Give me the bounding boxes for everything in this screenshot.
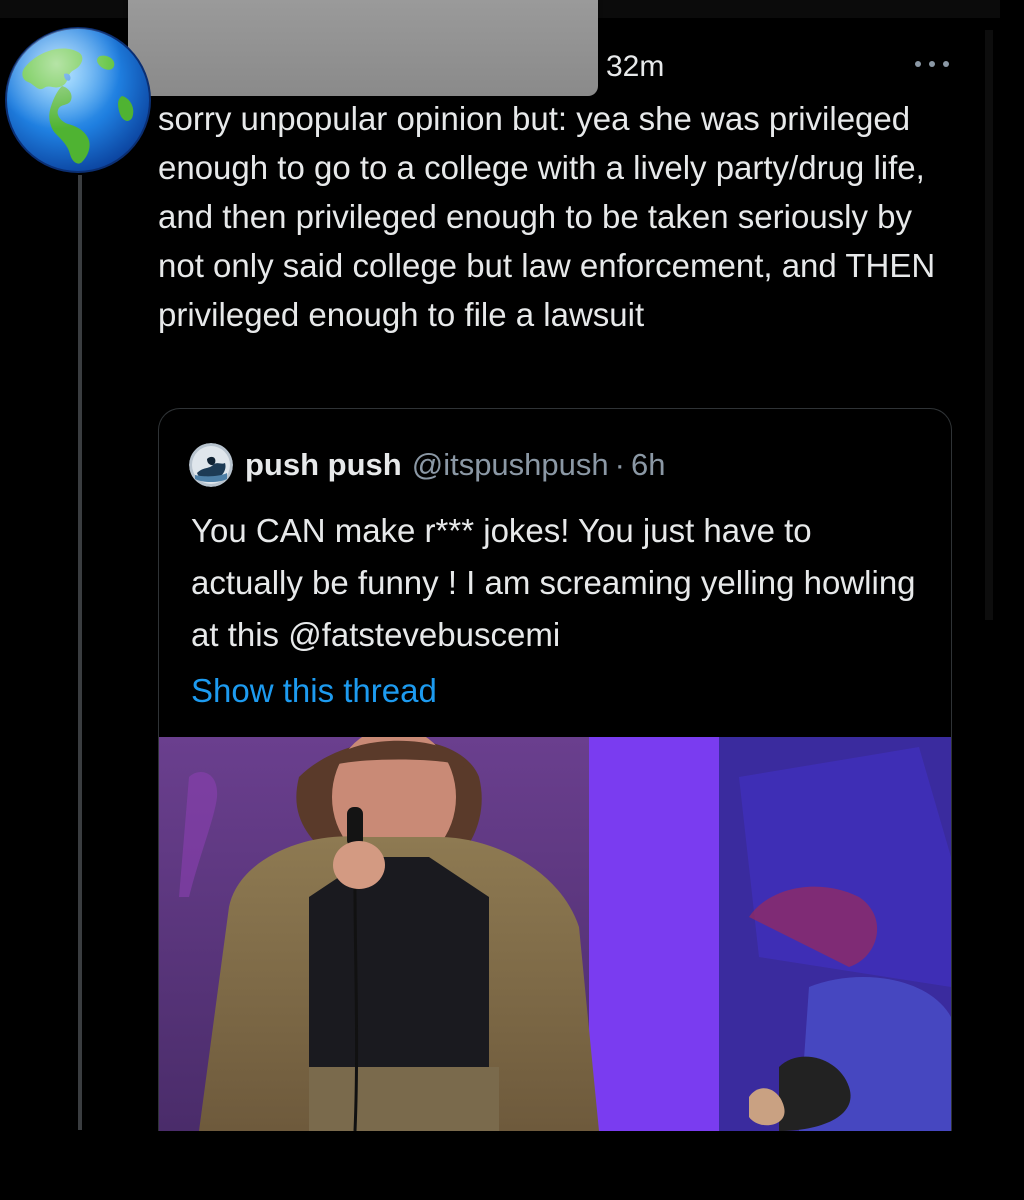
tweet-body-text: sorry unpopular opinion but: yea she was… — [158, 100, 936, 333]
dot-separator: · — [614, 447, 625, 482]
quoted-tweet-header: push push @itspushpush · 6h — [189, 443, 665, 487]
quoted-tweet-timestamp[interactable]: 6h — [631, 447, 665, 483]
quoted-tweet-card[interactable]: push push @itspushpush · 6h You CAN make… — [158, 408, 952, 1131]
quoted-user-handle[interactable]: @itspushpush — [412, 447, 609, 483]
quoted-tweet-text: You CAN make r*** jokes! You just have t… — [191, 512, 916, 653]
quoted-tweet-video-thumbnail[interactable] — [159, 737, 951, 1131]
earth-globe-icon[interactable] — [4, 26, 152, 174]
redacted-username-block — [128, 0, 598, 96]
thread-connector-line — [78, 175, 82, 1130]
scroll-rail — [985, 30, 993, 620]
quoted-user-avatar[interactable] — [189, 443, 233, 487]
tweet-timestamp[interactable]: 32m — [606, 50, 664, 84]
show-this-thread-link[interactable]: Show this thread — [191, 665, 437, 717]
quoted-user-name[interactable]: push push — [245, 447, 402, 483]
more-horizontal-icon[interactable] — [912, 52, 952, 76]
